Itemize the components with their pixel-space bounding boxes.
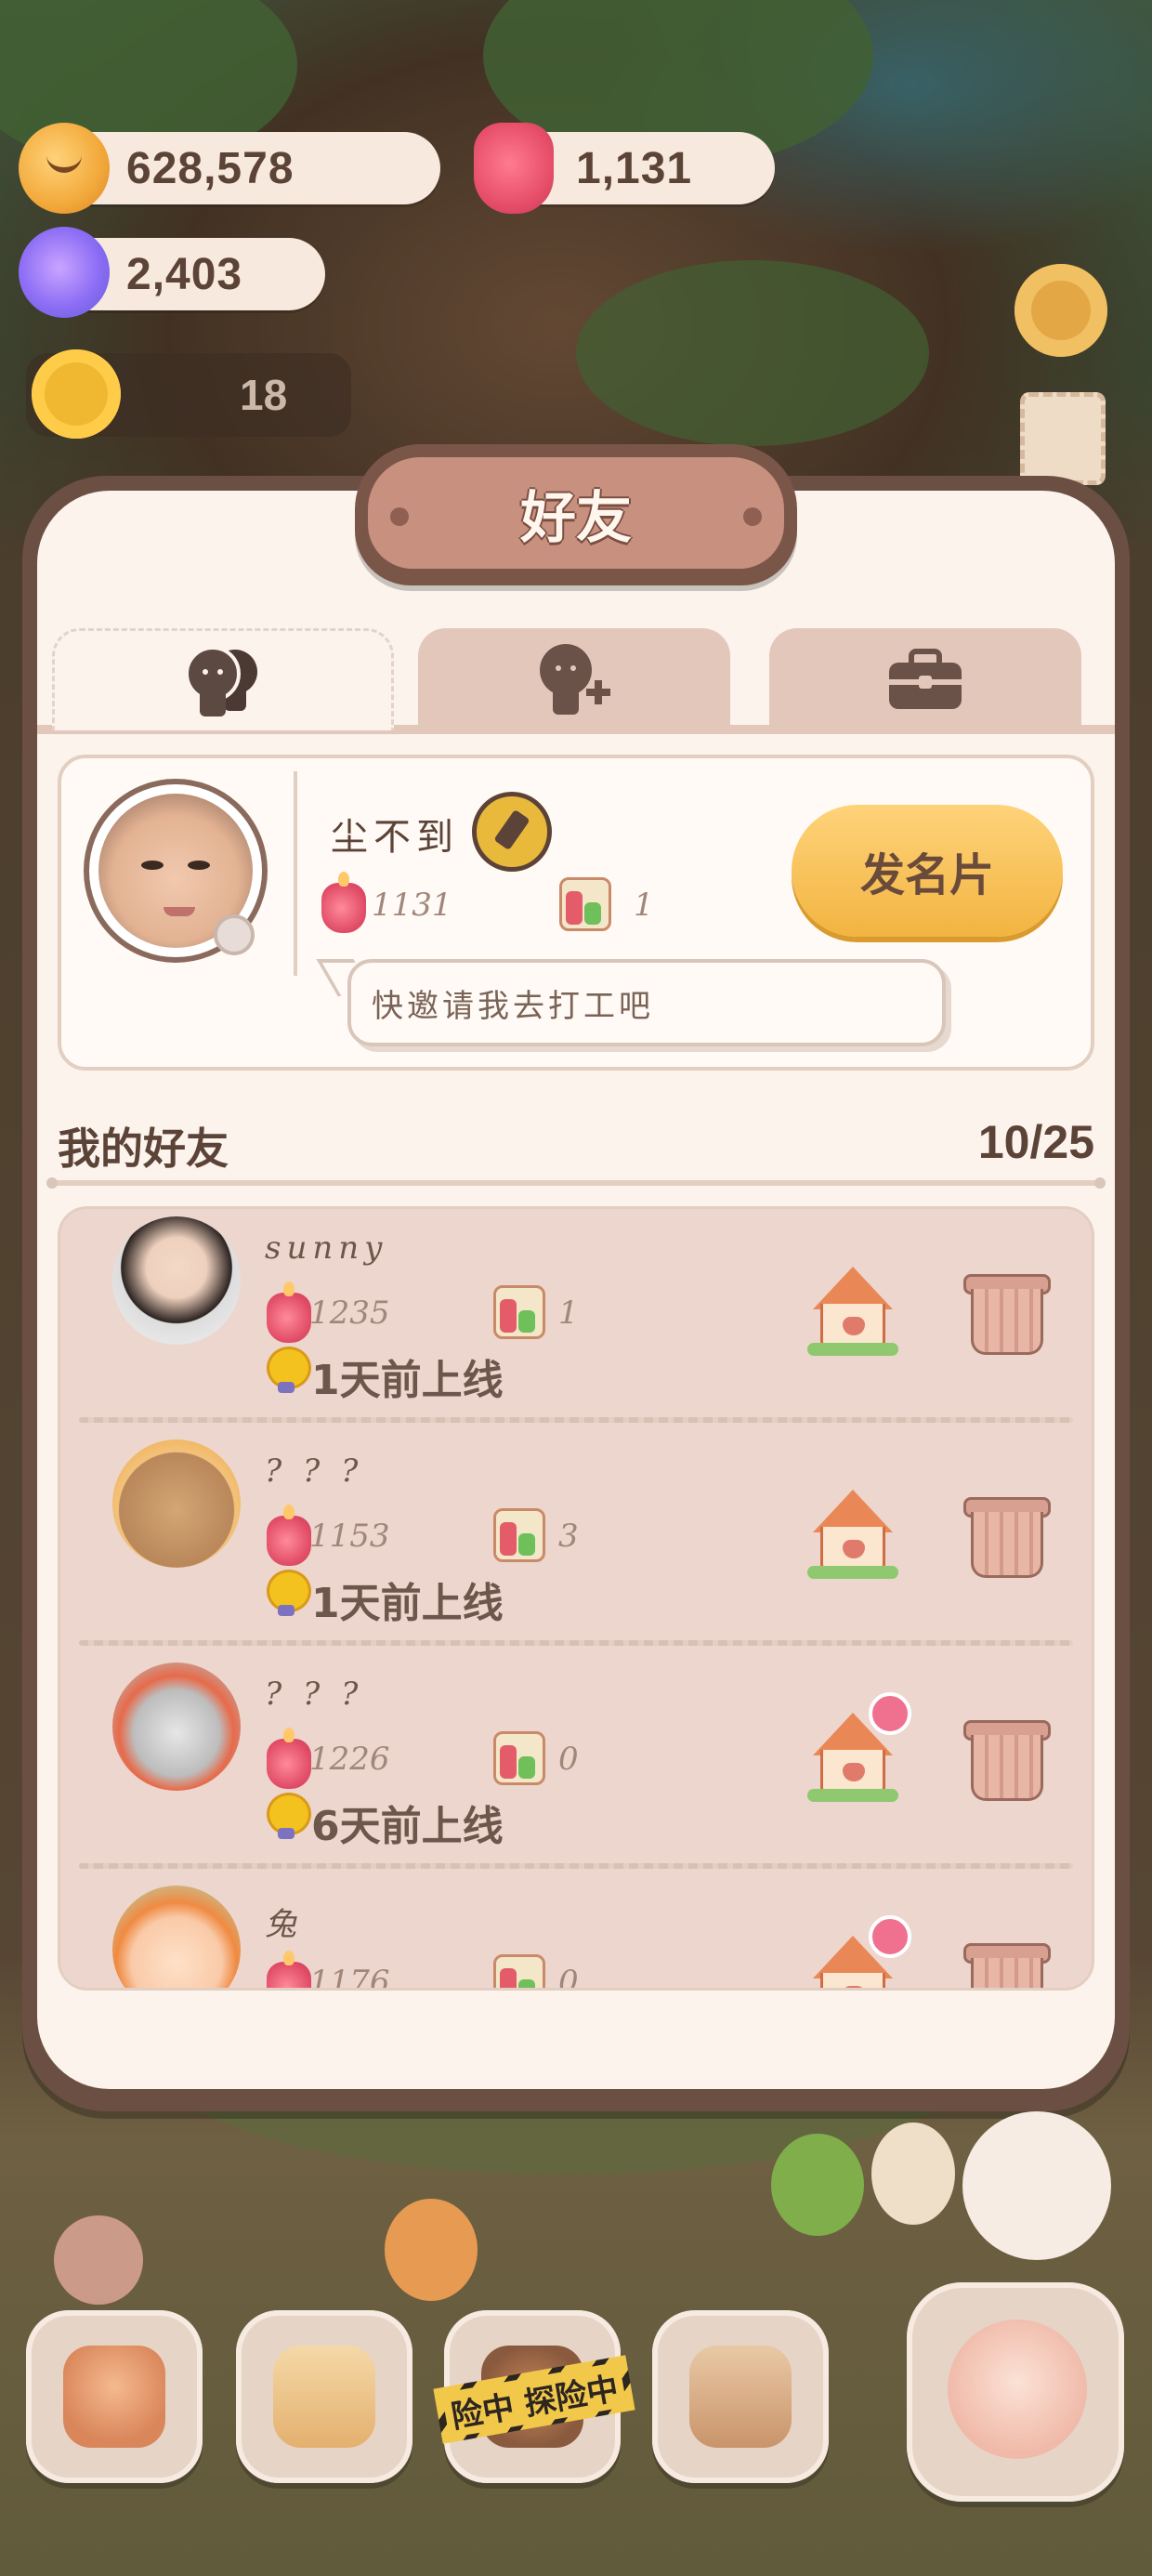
friend-row: 兔 1176 0 <box>60 1878 1092 1991</box>
stamp-icon[interactable] <box>1020 392 1106 485</box>
add-friend-icon <box>540 644 610 715</box>
briefcase-icon <box>889 649 962 709</box>
candle-icon <box>267 1951 311 1988</box>
friend-name: ? ? ? <box>265 1452 364 1490</box>
send-card-button[interactable]: 发名片 <box>792 805 1063 937</box>
friend-last-online: 1天前上线 <box>311 1580 504 1627</box>
green-character <box>771 2134 864 2236</box>
tab-work[interactable] <box>769 628 1081 730</box>
row-divider <box>79 1640 1073 1646</box>
nav-shop-button[interactable] <box>652 2310 829 2483</box>
friend-name: 兔 <box>265 1906 302 1943</box>
candle-icon <box>267 1505 311 1566</box>
shop-stall-icon <box>689 2346 792 2448</box>
candy-count: 2,403 <box>126 249 243 299</box>
delete-friend-button[interactable] <box>963 1938 1051 1988</box>
delete-friend-button[interactable] <box>963 1715 1051 1802</box>
friend-candle-count: 1153 <box>309 1518 390 1555</box>
friends-count: 10/25 <box>977 1116 1094 1168</box>
nav-diary-button[interactable] <box>236 2310 412 2483</box>
row-divider <box>79 1417 1073 1423</box>
section-divider <box>46 1177 1106 1189</box>
candle-count: 1,131 <box>576 143 693 193</box>
cat-character-bubble[interactable] <box>962 2111 1111 2260</box>
friend-candle-count: 1176 <box>309 1964 390 1991</box>
row-divider <box>79 1863 1073 1869</box>
delete-friend-button[interactable] <box>963 1492 1051 1579</box>
friend-name: ? ? ? <box>265 1676 364 1713</box>
notification-balloon-icon <box>869 1915 911 1958</box>
pet-icon <box>948 2320 1087 2459</box>
delete-friend-button[interactable] <box>963 1268 1051 1356</box>
cookie-currency: 628,578 <box>56 132 440 204</box>
lightbulb-icon <box>267 1793 311 1841</box>
avatar-settings-icon[interactable] <box>214 914 255 955</box>
profile-divider <box>294 771 297 976</box>
mushroom-house-icon <box>63 2346 165 2448</box>
cookie-icon <box>19 123 110 214</box>
friend-candle-count: 1226 <box>309 1741 390 1778</box>
like-icon <box>493 1731 545 1785</box>
lightbulb-icon <box>267 1570 311 1618</box>
my-candle-count: 1131 <box>372 887 452 924</box>
like-icon <box>493 1285 545 1339</box>
diary-icon <box>273 2346 375 2448</box>
friend-like-count: 0 <box>558 1741 579 1778</box>
friend-last-online: 1天前上线 <box>311 1357 504 1404</box>
dialog-title: 好友 <box>520 485 632 551</box>
level-count: 18 <box>240 371 288 419</box>
edit-name-icon[interactable] <box>472 792 552 872</box>
friend-like-count: 1 <box>558 1295 579 1332</box>
friend-row: ? ? ? 1226 0 6天前上线 <box>60 1655 1092 1878</box>
candle-icon <box>267 1281 311 1343</box>
plaque-rivet <box>743 507 762 526</box>
friend-avatar[interactable] <box>112 1216 241 1345</box>
candle-icon <box>474 123 554 214</box>
friend-avatar[interactable] <box>112 1663 241 1791</box>
like-icon <box>493 1954 545 1988</box>
sun-level-badge[interactable]: 18 <box>26 349 351 439</box>
friend-last-online: 6天前上线 <box>311 1803 504 1850</box>
notification-balloon-icon <box>869 1692 911 1735</box>
like-icon <box>493 1508 545 1562</box>
sunglasses-character <box>871 2123 955 2225</box>
friend-candle-count: 1235 <box>309 1295 390 1332</box>
friend-name: sunny <box>265 1229 388 1267</box>
like-icon <box>559 877 611 931</box>
visit-home-button[interactable] <box>807 1267 898 1356</box>
cookie-count: 628,578 <box>126 143 295 193</box>
lightbulb-icon <box>267 1347 311 1395</box>
tab-friends[interactable] <box>52 628 394 730</box>
sun-icon <box>32 349 121 439</box>
dialog-title-plaque: 好友 <box>355 444 797 585</box>
friends-icon <box>185 645 257 716</box>
nav-mushroom-house-button[interactable] <box>26 2310 203 2483</box>
my-like-count: 1 <box>634 887 654 924</box>
gingerbread-character <box>385 2199 478 2301</box>
candy-icon <box>19 227 110 318</box>
pink-character <box>54 2215 143 2305</box>
friend-like-count: 3 <box>558 1518 579 1555</box>
my-name: 尘不到 <box>331 816 459 859</box>
settings-gear-icon[interactable] <box>1015 264 1107 357</box>
friend-row: sunny 1235 1 1天前上线 <box>60 1209 1092 1432</box>
candle-icon <box>267 1728 311 1789</box>
candle-icon <box>321 872 366 933</box>
visit-home-button[interactable] <box>807 1490 898 1579</box>
friend-like-count: 0 <box>558 1964 579 1991</box>
friend-avatar[interactable] <box>112 1439 241 1568</box>
friend-list[interactable]: sunny 1235 1 1天前上线 ? ? ? 1153 3 1天前上线 ? … <box>58 1206 1094 1991</box>
friend-row: ? ? ? 1153 3 1天前上线 <box>60 1432 1092 1655</box>
plaque-rivet <box>390 507 409 526</box>
status-speech-bubble[interactable]: 快邀请我去打工吧 <box>347 959 946 1046</box>
friend-avatar[interactable] <box>112 1886 241 1988</box>
friends-list-title: 我的好友 <box>58 1124 229 1174</box>
nav-pet-button[interactable] <box>907 2282 1124 2502</box>
tab-add-friend[interactable] <box>418 628 730 730</box>
